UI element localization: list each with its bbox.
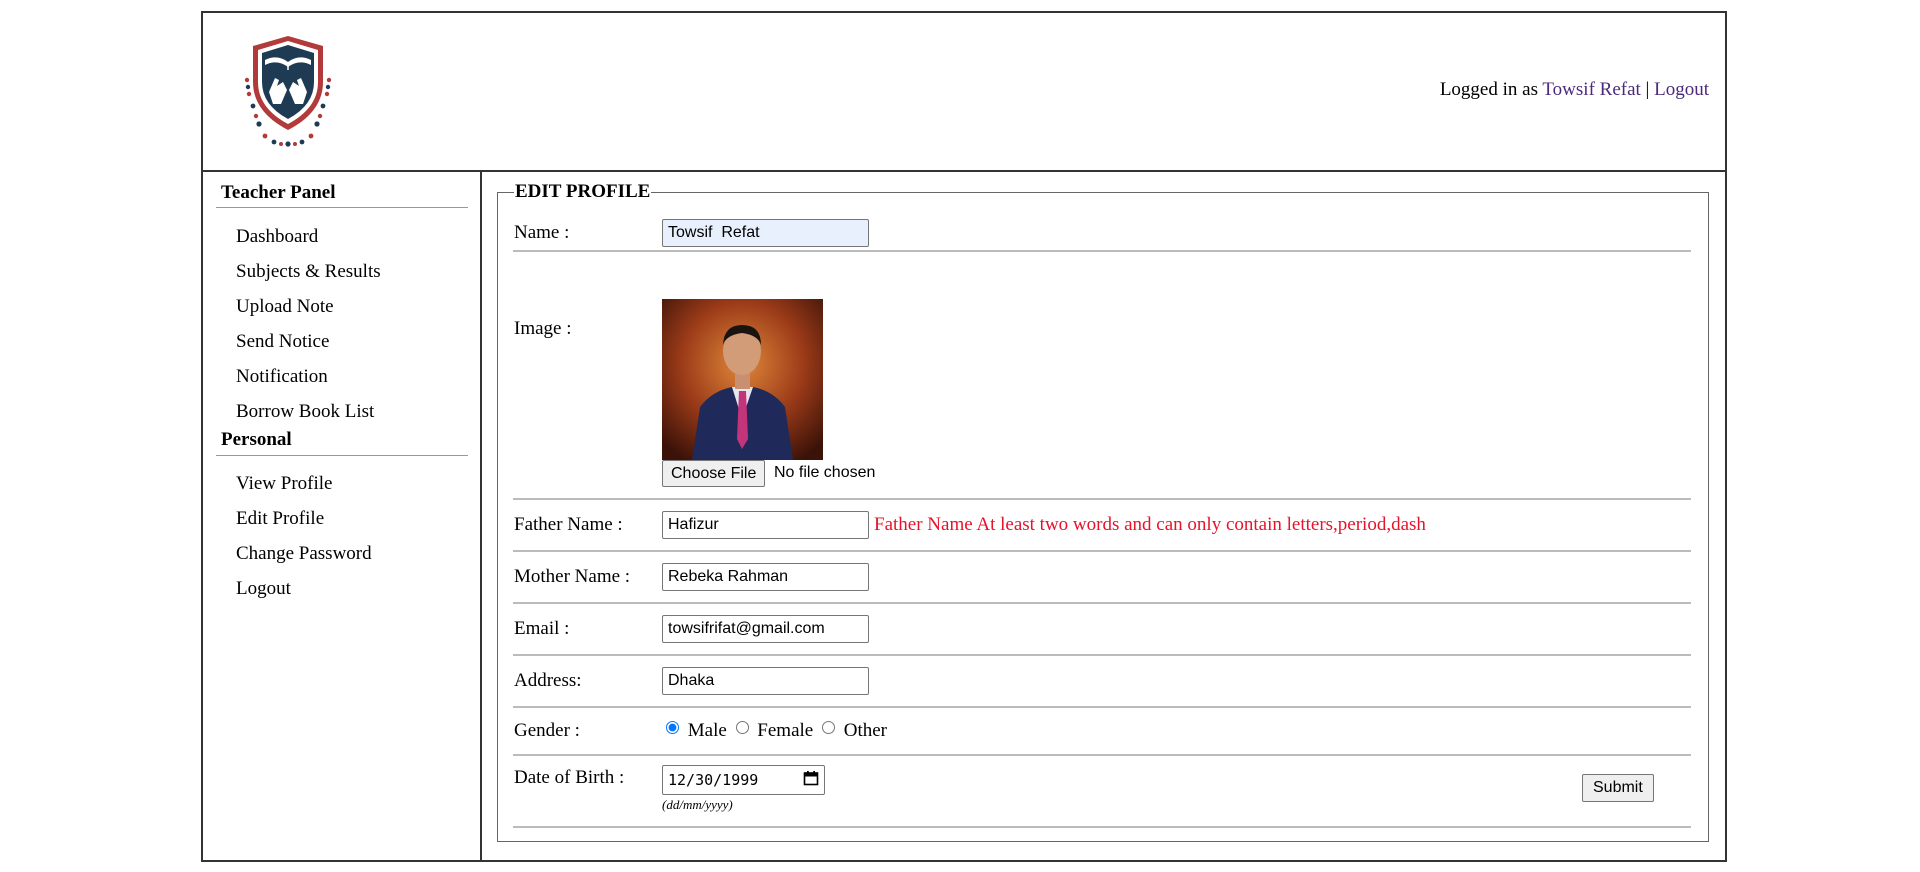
gender-radio-group: Male Female Other [666,720,891,742]
name-label: Name : [514,222,570,243]
header: Logged in as Towsif Refat | Logout [203,13,1725,172]
dob-value: 12/30/1999 [668,771,759,789]
gender-female-radio[interactable] [735,721,749,734]
row-divider [513,250,1691,252]
sidebar-item-subjects-results[interactable]: Subjects & Results [236,261,381,283]
dob-input[interactable]: 12/30/1999 [662,765,825,795]
personal-heading: Personal [221,429,292,450]
sidebar-item-dashboard[interactable]: Dashboard [236,226,318,248]
sidebar-item-change-password[interactable]: Change Password [236,543,372,565]
sidebar-item-send-notice[interactable]: Send Notice [236,331,329,353]
row-divider [513,706,1691,708]
login-info: Logged in as Towsif Refat | Logout [1440,79,1709,101]
row-divider [513,754,1691,756]
dob-label: Date of Birth : [514,767,625,788]
father-name-input[interactable] [662,511,869,539]
gender-other-radio[interactable] [821,721,835,734]
gender-other-label: Other [843,720,887,741]
address-input[interactable] [662,667,869,695]
sidebar-item-borrow-book-list[interactable]: Borrow Book List [236,401,374,423]
page-frame: Logged in as Towsif Refat | Logout Teach… [201,11,1727,862]
father-name-label: Father Name : [514,514,623,535]
row-divider [513,550,1691,552]
school-shield-book-logo [243,32,333,148]
edit-profile-legend: EDIT PROFILE [515,181,651,202]
gender-female-label: Female [757,720,814,741]
mother-name-label: Mother Name : [514,566,631,587]
image-label: Image : [514,318,572,339]
calendar-icon[interactable] [803,770,819,790]
choose-file-button[interactable]: Choose File [662,460,766,487]
sidebar-item-logout[interactable]: Logout [236,578,291,600]
teacher-panel-heading: Teacher Panel [221,182,336,203]
father-name-error: Father Name At least two words and can o… [874,514,1426,535]
sidebar-item-upload-note[interactable]: Upload Note [236,296,334,318]
gender-label: Gender : [514,720,580,741]
sidebar-item-notification[interactable]: Notification [236,366,328,388]
address-label: Address: [514,670,582,691]
sidebar-item-edit-profile[interactable]: Edit Profile [236,508,324,530]
header-logout-link[interactable]: Logout [1654,79,1709,100]
header-separator: | [1645,79,1650,100]
file-status-text: No file chosen [774,464,876,481]
row-divider [513,498,1691,500]
email-label: Email : [514,618,570,639]
row-divider [513,826,1691,828]
email-input[interactable] [662,615,869,643]
row-divider [513,602,1691,604]
submit-button[interactable]: Submit [1582,774,1654,802]
gender-male-radio[interactable] [666,721,679,734]
gender-male-label: Male [687,720,727,741]
sidebar: Teacher Panel Dashboard Subjects & Resul… [203,170,482,862]
logged-in-prefix: Logged in as [1439,79,1538,100]
user-name-link[interactable]: Towsif Refat [1542,79,1640,100]
row-divider [513,654,1691,656]
profile-photo [662,299,823,460]
sidebar-item-view-profile[interactable]: View Profile [236,473,332,495]
dob-format-hint: (dd/mm/yyyy) [662,797,733,812]
main-content: EDIT PROFILE Name : Image : [482,170,1725,860]
name-input[interactable] [662,219,869,247]
mother-name-input[interactable] [662,563,869,591]
sidebar-divider [216,207,468,208]
sidebar-divider [216,455,468,456]
